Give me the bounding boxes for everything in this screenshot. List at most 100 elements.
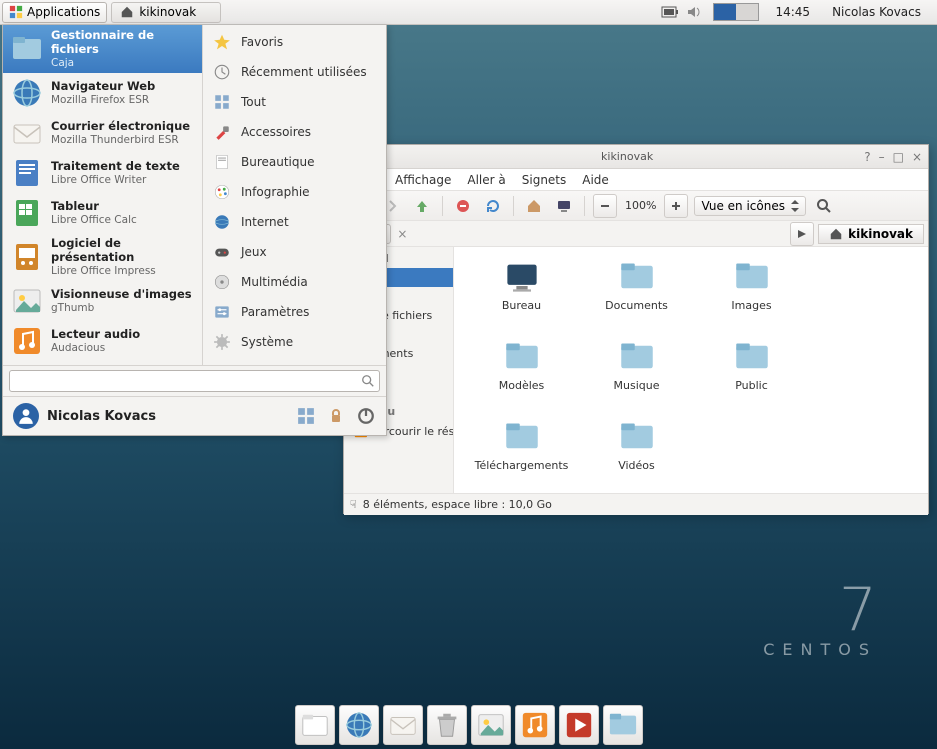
- app-item-7[interactable]: Lecteur audioAudacious: [3, 321, 202, 361]
- category-item-8[interactable]: Multimédia: [203, 267, 386, 297]
- folder-images[interactable]: Images: [694, 259, 809, 339]
- category-item-3[interactable]: Accessoires: [203, 117, 386, 147]
- appmenu-search-input[interactable]: [9, 370, 380, 392]
- folder-modèles[interactable]: Modèles: [464, 339, 579, 419]
- workspace-switcher[interactable]: [713, 3, 759, 21]
- minimize-button[interactable]: –: [879, 150, 885, 164]
- close-button[interactable]: ×: [912, 150, 922, 164]
- up-button[interactable]: [410, 194, 434, 218]
- computer-button[interactable]: [552, 194, 576, 218]
- shutdown-button[interactable]: [356, 406, 376, 426]
- fm-menu-4[interactable]: Aide: [576, 171, 615, 189]
- app-item-6[interactable]: Visionneuse d'imagesgThumb: [3, 281, 202, 321]
- dock: [295, 705, 643, 745]
- fm-menu-2[interactable]: Aller à: [461, 171, 511, 189]
- app-item-2[interactable]: Courrier électroniqueMozilla Thunderbird…: [3, 113, 202, 153]
- fm-pathbar: kikinovak: [790, 222, 924, 246]
- dock-folder[interactable]: [603, 705, 643, 745]
- dock-video[interactable]: [559, 705, 599, 745]
- favorites-toggle-button[interactable]: [296, 406, 316, 426]
- settings-icon: [213, 303, 231, 321]
- all-icon: [213, 93, 231, 111]
- folder-documents[interactable]: Documents: [579, 259, 694, 339]
- folder-icon: [613, 259, 661, 295]
- maximize-button[interactable]: □: [893, 150, 904, 164]
- folder-musique[interactable]: Musique: [579, 339, 694, 419]
- search-button[interactable]: [812, 194, 836, 218]
- stop-button[interactable]: [451, 194, 475, 218]
- dock-trash[interactable]: [427, 705, 467, 745]
- dock-image[interactable]: [471, 705, 511, 745]
- applications-label: Applications: [27, 5, 100, 19]
- folder-label: Documents: [605, 299, 668, 312]
- category-item-5[interactable]: Infographie: [203, 177, 386, 207]
- impress-icon: [11, 241, 43, 273]
- dock-files[interactable]: [295, 705, 335, 745]
- panel-username[interactable]: Nicolas Kovacs: [822, 5, 931, 19]
- path-segment-home[interactable]: kikinovak: [818, 224, 924, 244]
- taskbar-window-button[interactable]: kikinovak: [111, 2, 221, 23]
- lock-button[interactable]: [326, 406, 346, 426]
- category-label: Multimédia: [241, 275, 308, 289]
- fm-icon-view[interactable]: Bureau Documents Images Modèles MusiquePubli…: [454, 247, 928, 493]
- app-item-text: Navigateur WebMozilla Firefox ESR: [51, 80, 155, 106]
- category-item-4[interactable]: Bureautique: [203, 147, 386, 177]
- app-item-3[interactable]: Traitement de texteLibre Office Writer: [3, 153, 202, 193]
- app-item-5[interactable]: Logiciel de présentationLibre Office Imp…: [3, 233, 202, 281]
- folder-label: Modèles: [499, 379, 545, 392]
- folder-téléchargements[interactable]: Téléchargements: [464, 419, 579, 499]
- home-button[interactable]: [522, 194, 546, 218]
- reload-button[interactable]: [481, 194, 505, 218]
- category-item-7[interactable]: Jeux: [203, 237, 386, 267]
- folder-bureau[interactable]: Bureau: [464, 259, 579, 339]
- help-button[interactable]: ?: [864, 150, 870, 164]
- category-item-9[interactable]: Paramètres: [203, 297, 386, 327]
- category-item-10[interactable]: Système: [203, 327, 386, 357]
- fm-body: travailvakume de fichiersnentsargementss…: [344, 247, 928, 493]
- fm-tabbar: vak × kikinovak: [344, 221, 928, 247]
- fm-menu-1[interactable]: Affichage: [389, 171, 457, 189]
- category-item-2[interactable]: Tout: [203, 87, 386, 117]
- workspace-2[interactable]: [736, 4, 758, 20]
- globe-icon: [11, 77, 43, 109]
- app-item-subtitle: Audacious: [51, 342, 140, 355]
- app-item-1[interactable]: Navigateur WebMozilla Firefox ESR: [3, 73, 202, 113]
- separator: [442, 196, 443, 216]
- battery-icon[interactable]: [661, 3, 679, 21]
- user-avatar[interactable]: [13, 403, 39, 429]
- clock[interactable]: 14:45: [769, 5, 816, 19]
- accessories-icon: [213, 123, 231, 141]
- image-icon: [476, 710, 506, 740]
- fm-menubar: tionAffichageAller àSignetsAide: [344, 169, 928, 191]
- zoom-out-button[interactable]: [593, 194, 617, 218]
- workspace-1[interactable]: [714, 4, 736, 20]
- dock-audio[interactable]: [515, 705, 555, 745]
- category-item-6[interactable]: Internet: [203, 207, 386, 237]
- path-toggle-button[interactable]: [790, 222, 814, 246]
- folder-vidéos[interactable]: Vidéos: [579, 419, 694, 499]
- app-item-4[interactable]: TableurLibre Office Calc: [3, 193, 202, 233]
- zoom-in-button[interactable]: [664, 194, 688, 218]
- applications-button[interactable]: Applications: [2, 2, 107, 23]
- fm-menu-3[interactable]: Signets: [516, 171, 573, 189]
- app-item-title: Visionneuse d'images: [51, 288, 192, 302]
- dock-mail[interactable]: [383, 705, 423, 745]
- tab-close-icon[interactable]: ×: [397, 227, 407, 241]
- view-mode-dropdown[interactable]: Vue en icônes: [694, 196, 806, 216]
- volume-icon[interactable]: [685, 3, 703, 21]
- app-item-subtitle: Libre Office Writer: [51, 174, 180, 187]
- app-item-title: Lecteur audio: [51, 328, 140, 342]
- folder-public[interactable]: Public: [694, 339, 809, 419]
- app-item-text: TableurLibre Office Calc: [51, 200, 137, 226]
- top-panel: Applications kikinovak 14:45 Nicolas Kov…: [0, 0, 937, 25]
- app-item-0[interactable]: Gestionnaire de fichiersCaja: [3, 25, 202, 73]
- category-item-1[interactable]: Récemment utilisées: [203, 57, 386, 87]
- dock-globe[interactable]: [339, 705, 379, 745]
- folder-label: Vidéos: [618, 459, 655, 472]
- category-item-0[interactable]: Favoris: [203, 27, 386, 57]
- category-label: Paramètres: [241, 305, 309, 319]
- folder-icon: [613, 339, 661, 375]
- fm-titlebar[interactable]: kikinovak ? – □ ×: [344, 145, 928, 169]
- mail-icon: [11, 117, 43, 149]
- folder-icon: [728, 339, 776, 375]
